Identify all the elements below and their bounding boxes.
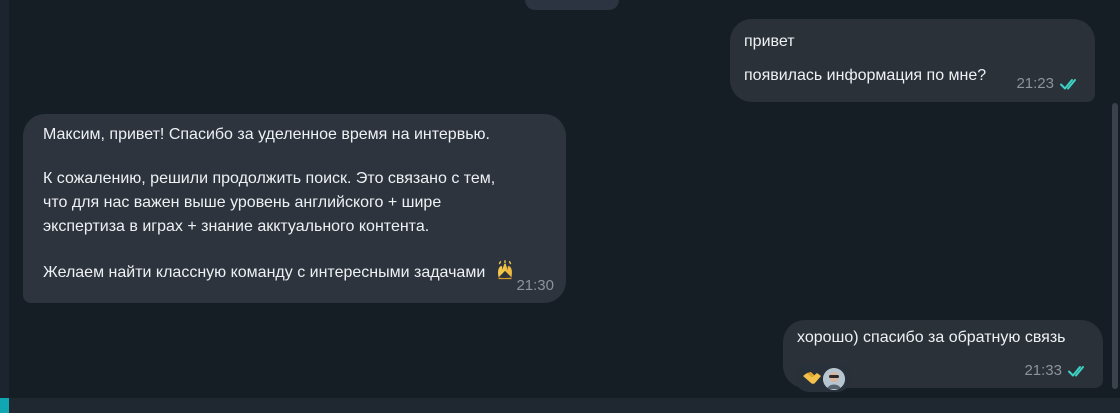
message-text-line: привет bbox=[744, 33, 795, 50]
message-text-line: экспертиза в играх + знание акктуального… bbox=[43, 218, 430, 235]
chat-scrollbar[interactable] bbox=[1112, 103, 1118, 389]
message-text-line: хорошо) спасибо за обратную связь bbox=[797, 329, 1066, 346]
chat-history: привет появилась информация по мне? 21:2… bbox=[9, 0, 1120, 398]
message-reaction[interactable] bbox=[795, 364, 851, 392]
outgoing-message-bubble[interactable]: привет появилась информация по мне? 21:2… bbox=[730, 19, 1095, 102]
read-check-icon bbox=[1068, 366, 1084, 377]
message-text-line: К сожалению, решили продолжить поиск. Эт… bbox=[43, 170, 496, 187]
message-time: 21:23 bbox=[1016, 75, 1054, 92]
handshake-emoji-icon bbox=[803, 372, 821, 384]
message-text: Желаем найти классную команду с интересн… bbox=[43, 264, 486, 281]
message-meta: 21:33 bbox=[1024, 359, 1091, 383]
message-empty-line bbox=[43, 147, 546, 167]
outgoing-message-bubble[interactable]: хорошо) спасибо за обратную связь 21:33 bbox=[783, 320, 1103, 392]
message-final-line: Желаем найти классную команду с интересн… bbox=[43, 259, 546, 285]
message-text-line: Максим, привет! Спасибо за уделенное вре… bbox=[43, 126, 490, 143]
reaction-user-avatar bbox=[823, 368, 845, 390]
message-empty-line bbox=[43, 239, 546, 259]
incoming-message-bubble[interactable]: Максим, привет! Спасибо за уделенное вре… bbox=[23, 114, 566, 303]
message-empty-line bbox=[744, 54, 1081, 64]
message-composer-edge bbox=[0, 398, 1120, 413]
message-meta: 21:23 bbox=[1016, 72, 1083, 96]
read-check-icon bbox=[1060, 79, 1076, 90]
message-meta: 21:30 bbox=[516, 274, 554, 298]
previous-message-edge bbox=[525, 0, 619, 10]
left-accent-strip bbox=[0, 398, 9, 413]
message-text-line: что для нас важен выше уровень английско… bbox=[43, 194, 442, 211]
message-time: 21:33 bbox=[1024, 362, 1062, 379]
message-time: 21:30 bbox=[516, 277, 554, 294]
raising-hands-emoji-icon bbox=[497, 260, 512, 280]
left-panel-border bbox=[0, 0, 9, 413]
